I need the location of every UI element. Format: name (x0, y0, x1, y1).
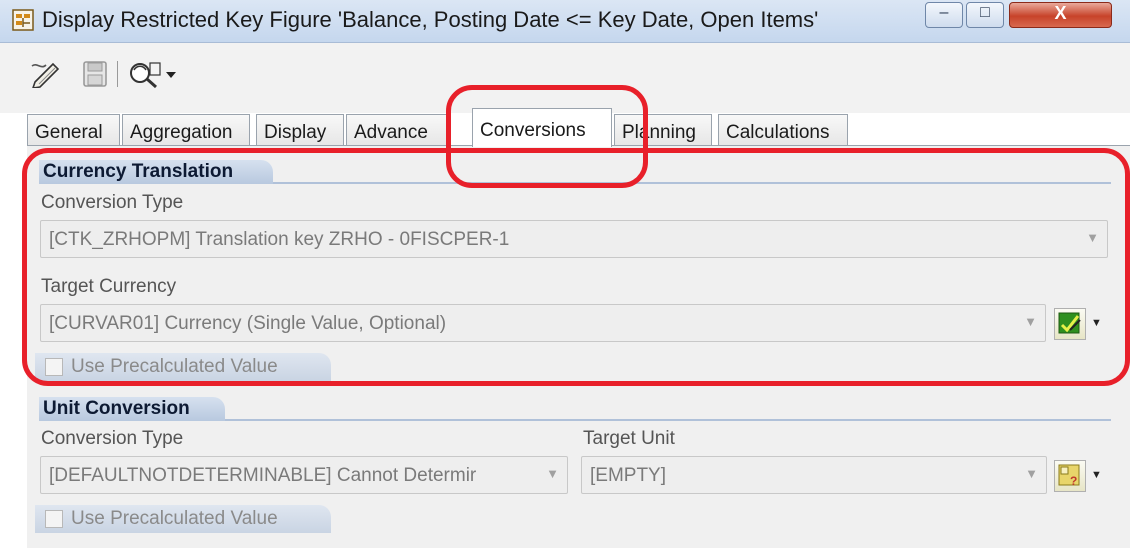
chevron-down-icon[interactable]: ▼ (1091, 317, 1102, 329)
save-icon[interactable] (82, 60, 108, 88)
tab-planning[interactable]: Planning (614, 114, 712, 146)
key-figure-icon (12, 9, 34, 31)
dropdown-arrow-icon[interactable] (165, 71, 177, 79)
tab-aggregation[interactable]: Aggregation (122, 114, 250, 146)
target-unit-label: Target Unit (583, 428, 675, 449)
combo-value: [EMPTY] (590, 465, 667, 486)
unit-conversion-header: Unit Conversion (39, 397, 225, 421)
chevron-down-icon: ▼ (546, 466, 559, 481)
variable-unknown-icon: ? (1058, 464, 1080, 488)
toolbar-separator (117, 61, 118, 87)
unit-precalculated-row: Use Precalculated Value (35, 505, 331, 533)
tab-display[interactable]: Display (256, 114, 344, 146)
maximize-button[interactable]: □ (966, 2, 1004, 28)
unit-conversion-type-label: Conversion Type (41, 428, 184, 449)
checkbox-label: Use Precalculated Value (71, 356, 278, 377)
target-currency-select[interactable]: [CURVAR01] Currency (Single Value, Optio… (40, 304, 1046, 342)
variable-edit-icon (1058, 312, 1081, 334)
unit-precalculated-checkbox[interactable] (45, 510, 63, 528)
combo-value: [DEFAULTNOTDETERMINABLE] Cannot Determir (49, 465, 477, 486)
window-titlebar: Display Restricted Key Figure 'Balance, … (0, 0, 1130, 43)
target-unit-select[interactable]: [EMPTY] ▼ (581, 456, 1047, 494)
chevron-down-icon: ▼ (1024, 314, 1037, 329)
where-used-icon[interactable] (128, 60, 162, 90)
unit-conversion-type-select[interactable]: [DEFAULTNOTDETERMINABLE] Cannot Determir… (40, 456, 568, 494)
minimize-button[interactable]: – (925, 2, 963, 28)
tab-advanced[interactable]: Advance (346, 114, 447, 146)
target-currency-label: Target Currency (41, 276, 177, 297)
combo-value: [CTK_ZRHOPM] Translation key ZRHO - 0FIS… (49, 229, 510, 250)
tab-calculations[interactable]: Calculations (718, 114, 848, 146)
group-divider (273, 182, 1111, 184)
chevron-down-icon: ▼ (1086, 230, 1099, 245)
currency-conversion-type-label: Conversion Type (41, 192, 184, 213)
chevron-down-icon: ▼ (1025, 466, 1038, 481)
currency-precalculated-checkbox[interactable] (45, 358, 63, 376)
currency-conversion-type-select[interactable]: [CTK_ZRHOPM] Translation key ZRHO - 0FIS… (40, 220, 1108, 258)
window-title: Display Restricted Key Figure 'Balance, … (42, 7, 819, 32)
currency-precalculated-row: Use Precalculated Value (35, 353, 331, 381)
close-button[interactable]: X (1009, 2, 1112, 28)
minimize-icon: – (939, 4, 949, 21)
tab-conversions[interactable]: Conversions (472, 108, 612, 147)
checkbox-label: Use Precalculated Value (71, 508, 278, 529)
unit-picker-button[interactable]: ? (1054, 460, 1086, 492)
currency-translation-header: Currency Translation (39, 160, 273, 184)
tab-general[interactable]: General (27, 114, 120, 146)
maximize-icon: □ (980, 4, 990, 21)
chevron-down-icon[interactable]: ▼ (1091, 469, 1102, 481)
close-icon: X (1054, 3, 1067, 23)
combo-value: [CURVAR01] Currency (Single Value, Optio… (49, 313, 447, 334)
pencil-icon[interactable] (29, 60, 63, 88)
variable-picker-button[interactable] (1054, 308, 1086, 340)
svg-text:?: ? (1070, 474, 1077, 488)
group-divider (225, 419, 1111, 421)
